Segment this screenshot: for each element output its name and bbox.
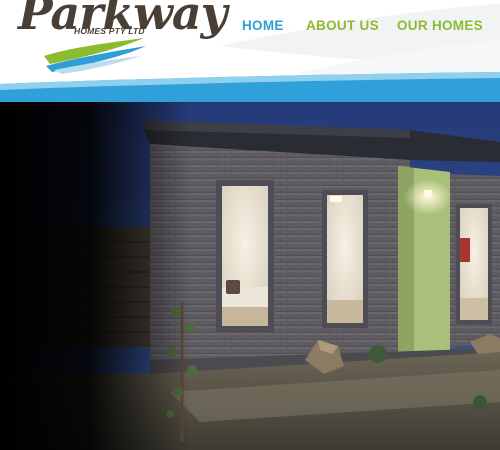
logo-waves-icon bbox=[44, 38, 146, 74]
nav-our-homes-link[interactable]: OUR HOMES bbox=[397, 18, 483, 33]
nav-home-link[interactable]: HOME bbox=[242, 18, 284, 33]
parkway-logo[interactable]: Parkway HOMES PTY LTD bbox=[0, 0, 227, 78]
nav-about-us-link[interactable]: ABOUT US bbox=[306, 18, 379, 33]
site-header: Parkway HOMES PTY LTD HOME ABOUT US OUR … bbox=[0, 0, 500, 80]
hero-house-photo bbox=[0, 102, 500, 450]
house-photo-illustration bbox=[0, 102, 500, 450]
